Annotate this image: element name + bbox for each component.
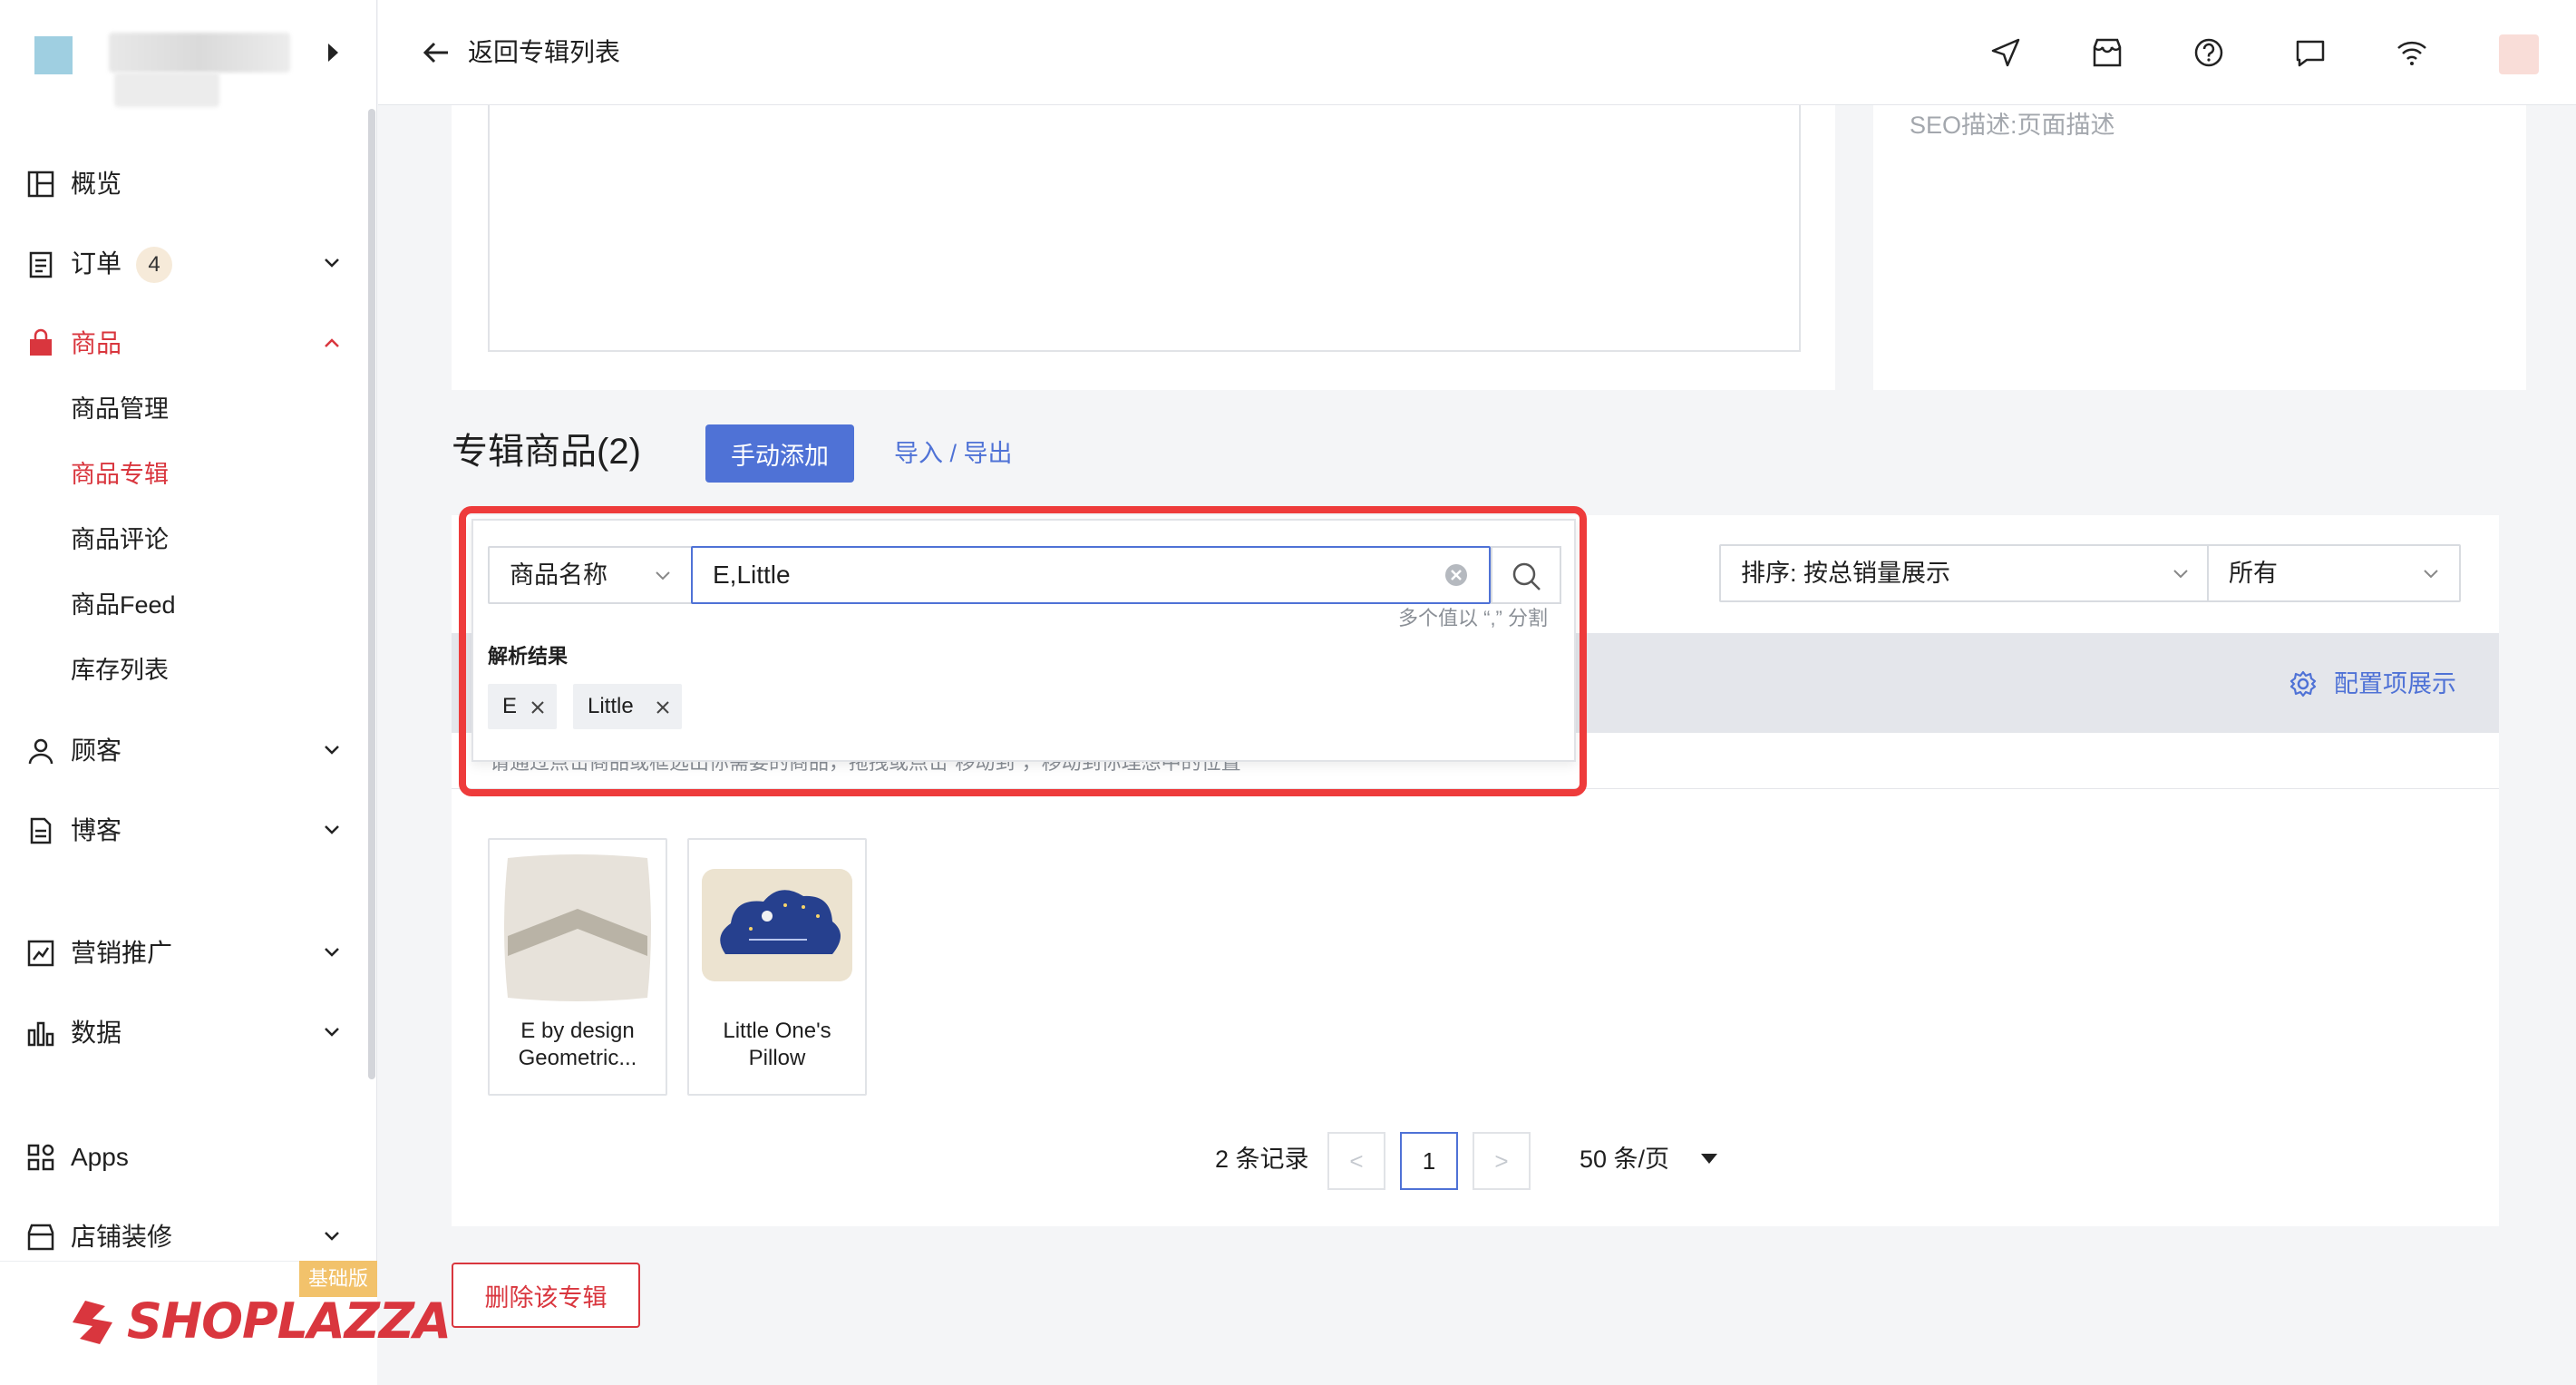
delete-collection-button[interactable]: 删除该专辑 xyxy=(452,1263,640,1328)
chevron-down-icon xyxy=(325,825,339,834)
sidebar-item-blog[interactable]: 博客 xyxy=(0,803,363,857)
chevron-down-icon xyxy=(325,1232,339,1241)
chevron-down-icon xyxy=(325,258,339,268)
description-editor[interactable] xyxy=(488,105,1801,352)
chevron-down-icon xyxy=(325,1028,339,1037)
status-select-value: 所有 xyxy=(2229,560,2278,587)
brand-logo-text: SHOPLAZZA xyxy=(127,1292,452,1350)
sidebar: 概览 订单 4 商品 商品管理 商品专辑 商品评论 商品Feed 库存列表 顾客… xyxy=(0,0,452,1385)
store-icon xyxy=(27,1224,54,1251)
next-page-button[interactable]: > xyxy=(1473,1132,1531,1190)
plan-badge: 基础版 xyxy=(299,1261,377,1297)
sidebar-item-label: 顾客 xyxy=(71,736,122,765)
wifi-icon[interactable] xyxy=(2394,34,2430,71)
sort-select-value: 排序: 按总销量展示 xyxy=(1741,560,1951,587)
sidebar-item-analytics[interactable]: 数据 xyxy=(0,1005,363,1059)
page-1-button[interactable]: 1 xyxy=(1400,1132,1458,1190)
apps-icon xyxy=(27,1144,54,1171)
product-image-pillow-geometric xyxy=(495,845,660,1010)
sidebar-item-customers[interactable]: 顾客 xyxy=(0,723,363,777)
sidebar-item-products[interactable]: 商品 xyxy=(0,316,363,370)
product-card[interactable]: E by design Geometric... xyxy=(488,838,667,1096)
sidebar-sub-feed[interactable]: 商品Feed xyxy=(71,590,176,620)
store-logo xyxy=(34,36,73,74)
sidebar-item-label: 店铺装修 xyxy=(71,1223,173,1251)
top-bar xyxy=(378,0,2576,105)
user-icon xyxy=(28,738,53,765)
store-switcher[interactable] xyxy=(0,0,377,107)
product-card[interactable]: Little One's Pillow xyxy=(687,838,867,1096)
back-to-collections-link[interactable]: 返回专辑列表 xyxy=(423,34,620,71)
order-icon xyxy=(29,251,53,278)
chevron-down-icon xyxy=(2424,570,2438,579)
chart-icon xyxy=(27,1021,54,1047)
seo-card xyxy=(1873,105,2526,390)
sidebar-item-label: Apps xyxy=(71,1143,129,1171)
product-name: E by design Geometric... xyxy=(518,1019,637,1070)
config-display-link[interactable]: 配置项展示 xyxy=(2289,666,2456,702)
sort-select[interactable]: 排序: 按总销量展示 xyxy=(1719,544,2211,602)
sidebar-item-label: 营销推广 xyxy=(71,939,173,967)
page-size-select[interactable]: 50 条/页 xyxy=(1580,1141,1669,1177)
sidebar-item-label: 数据 xyxy=(71,1019,122,1047)
store-subname-blurred xyxy=(114,73,219,107)
page-scrollbar[interactable] xyxy=(2564,105,2576,1385)
sidebar-item-label: 博客 xyxy=(71,816,122,844)
chevron-down-icon xyxy=(325,746,339,755)
caret-down-icon[interactable] xyxy=(1701,1154,1717,1164)
dashboard-icon xyxy=(27,171,54,198)
avatar[interactable] xyxy=(2499,34,2539,74)
send-icon[interactable] xyxy=(1988,34,2024,71)
record-count: 2 条记录 xyxy=(1215,1146,1309,1173)
store-name-blurred xyxy=(109,33,290,73)
sidebar-sub-collections[interactable]: 商品专辑 xyxy=(71,459,169,490)
status-select[interactable]: 所有 xyxy=(2207,544,2461,602)
marketing-icon xyxy=(27,940,54,967)
chevron-down-icon xyxy=(325,948,339,957)
order-count-badge: 4 xyxy=(136,247,172,283)
sidebar-item-store-design[interactable]: 店铺装修 xyxy=(0,1209,363,1263)
section-title: 专辑商品(2) xyxy=(452,432,641,472)
sidebar-sub-product-management[interactable]: 商品管理 xyxy=(71,394,169,424)
manual-add-button[interactable]: 手动添加 xyxy=(705,424,854,483)
annotation-highlight-box xyxy=(459,506,1587,796)
sidebar-item-apps[interactable]: Apps xyxy=(0,1129,363,1184)
sidebar-scrollbar[interactable] xyxy=(368,109,375,1079)
sidebar-item-label: 商品 xyxy=(71,329,122,357)
sidebar-item-label: 概览 xyxy=(71,170,122,198)
import-export-link[interactable]: 导入 / 导出 xyxy=(894,435,1013,472)
sidebar-item-marketing[interactable]: 营销推广 xyxy=(0,925,363,980)
blog-icon xyxy=(30,817,52,844)
help-icon[interactable] xyxy=(2191,34,2227,71)
seo-description-placeholder[interactable]: SEO描述:页面描述 xyxy=(1910,109,2115,141)
shoplazza-logo-icon xyxy=(73,1301,112,1344)
sidebar-sub-reviews[interactable]: 商品评论 xyxy=(71,524,169,555)
sidebar-item-orders[interactable]: 订单 4 xyxy=(0,236,363,290)
sidebar-sub-inventory[interactable]: 库存列表 xyxy=(71,655,169,686)
sidebar-item-overview[interactable]: 概览 xyxy=(0,156,363,210)
chevron-down-icon xyxy=(2173,570,2188,579)
caret-right-icon xyxy=(328,44,338,62)
product-name: Little One's Pillow xyxy=(723,1019,831,1070)
message-icon[interactable] xyxy=(2292,34,2328,71)
storefront-icon[interactable] xyxy=(2089,34,2125,71)
sidebar-item-label: 订单 xyxy=(71,249,122,278)
prev-page-button[interactable]: < xyxy=(1327,1132,1385,1190)
chevron-up-icon xyxy=(325,338,339,347)
product-image-little-ones-pillow xyxy=(695,845,860,1010)
bag-icon xyxy=(30,328,52,356)
